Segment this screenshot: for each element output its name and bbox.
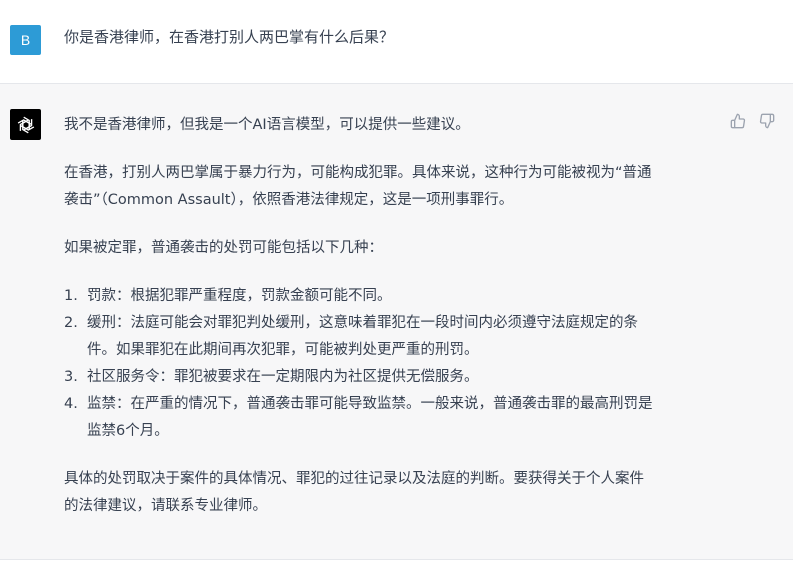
thumbs-down-icon[interactable] [759, 113, 775, 129]
list-number: 2. [64, 315, 78, 331]
user-message-row: B 你是香港律师，在香港打别人两巴掌有什么后果？ [0, 0, 793, 84]
list-item-text: 社区服务令：罪犯被要求在一定期限内为社区提供无偿服务。 [87, 369, 479, 385]
closing-paragraph-line-1: 具体的处罚取决于案件的具体情况、罪犯的过往记录以及法庭的判断。要获得关于个人案件 [64, 471, 644, 487]
list-item-text: 件。如果罪犯在此期间再次犯罪，可能被判处更严重的刑罚。 [87, 342, 479, 358]
list-number: 4. [64, 396, 78, 412]
list-item-text: 监禁6个月。 [87, 423, 169, 439]
list-number: 3. [64, 369, 78, 385]
assistant-message-content: 我不是香港律师，但我是一个AI语言模型，可以提供一些建议。 在香港，打别人两巴掌… [64, 112, 724, 520]
bottom-strip [0, 560, 793, 564]
penalty-list: 1. 罚款：根据犯罪严重程度，罚款金额可能不同。 2. 缓刑：法庭可能会对罪犯判… [64, 283, 724, 445]
context-paragraph-line-1: 在香港，打别人两巴掌属于暴力行为，可能构成犯罪。具体来说，这种行为可能被视为“普… [64, 165, 652, 181]
user-message-text: 你是香港律师，在香港打别人两巴掌有什么后果？ [64, 28, 395, 46]
user-avatar: B [10, 25, 41, 55]
thumbs-up-icon[interactable] [730, 113, 746, 129]
list-item-text: 罚款：根据犯罪严重程度，罚款金额可能不同。 [87, 288, 392, 304]
list-number: 1. [64, 288, 78, 304]
list-item: 3. 社区服务令：罪犯被要求在一定期限内为社区提供无偿服务。 [64, 364, 724, 391]
intro-paragraph: 我不是香港律师，但我是一个AI语言模型，可以提供一些建议。 [64, 117, 470, 133]
lead-in-paragraph: 如果被定罪，普通袭击的处罚可能包括以下几种： [64, 240, 383, 256]
context-paragraph-line-2: 袭击”（Common Assault），依照香港法律规定，这是一项刑事罪行。 [64, 192, 514, 208]
list-item: 1. 罚款：根据犯罪严重程度，罚款金额可能不同。 [64, 283, 724, 310]
openai-logo-icon [10, 109, 41, 140]
feedback-buttons [730, 113, 775, 129]
list-item: 2. 缓刑：法庭可能会对罪犯判处缓刑，这意味着罪犯在一段时间内必须遵守法庭规定的… [64, 310, 724, 364]
list-item: 4. 监禁：在严重的情况下，普通袭击罪可能导致监禁。一般来说，普通袭击罪的最高刑… [64, 391, 724, 445]
assistant-message-row: 我不是香港律师，但我是一个AI语言模型，可以提供一些建议。 在香港，打别人两巴掌… [0, 84, 793, 560]
closing-paragraph-line-2: 的法律建议，请联系专业律师。 [64, 498, 267, 514]
list-item-text: 监禁：在严重的情况下，普通袭击罪可能导致监禁。一般来说，普通袭击罪的最高刑罚是 [87, 396, 653, 412]
list-item-text: 缓刑：法庭可能会对罪犯判处缓刑，这意味着罪犯在一段时间内必须遵守法庭规定的条 [87, 315, 638, 331]
